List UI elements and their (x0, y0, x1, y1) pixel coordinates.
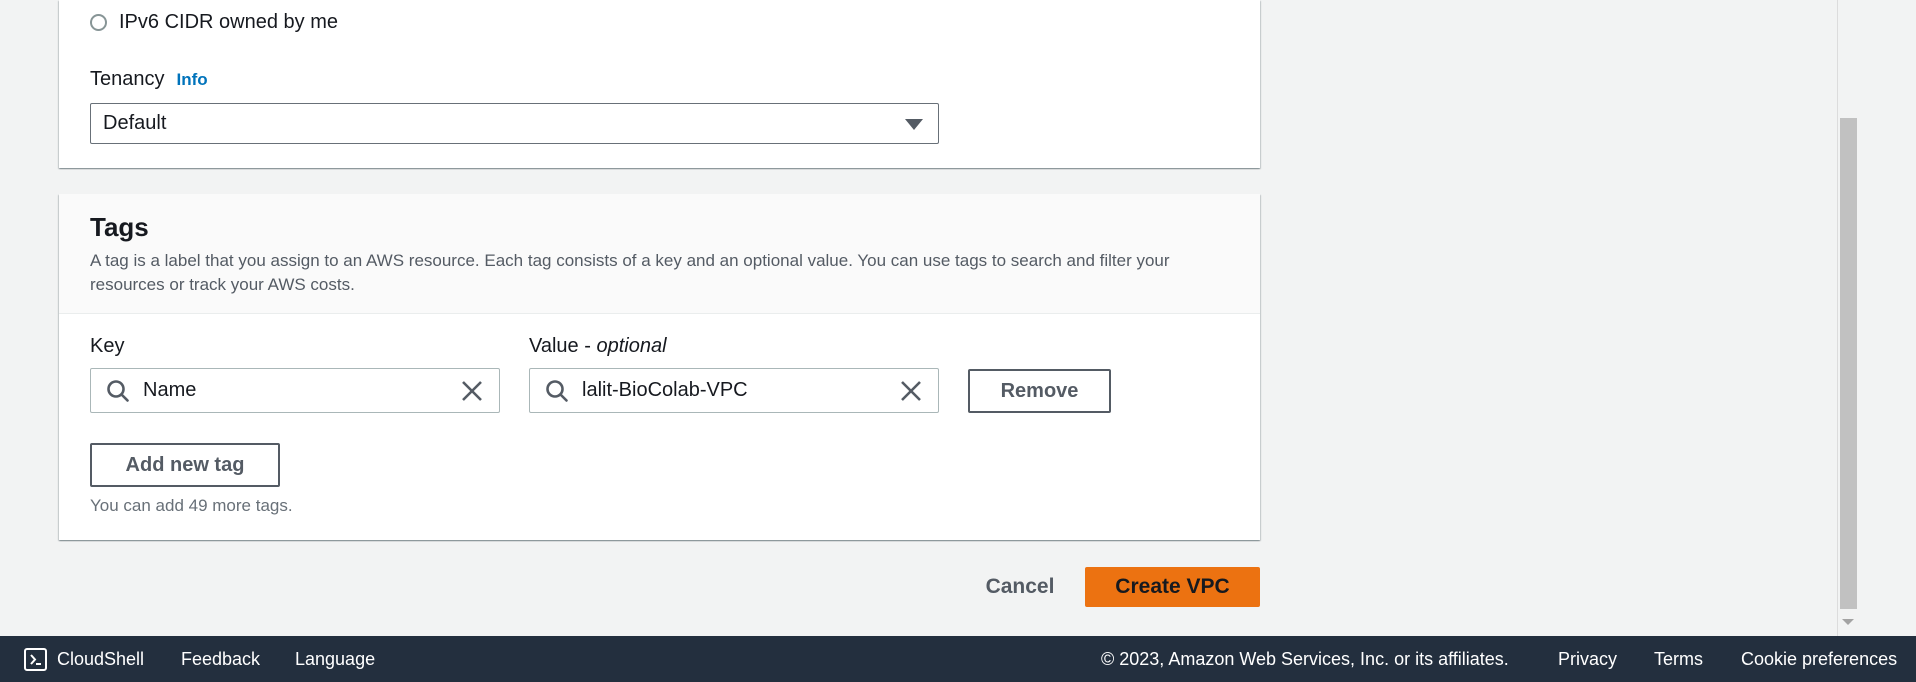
scroll-down-arrow-icon[interactable] (1842, 619, 1854, 625)
feedback-link[interactable]: Feedback (181, 636, 260, 682)
cancel-button[interactable]: Cancel (970, 567, 1070, 607)
tag-value-input[interactable]: lalit-BioColab-VPC (529, 368, 939, 413)
tenancy-selected-value: Default (103, 112, 167, 134)
ipv6-owned-option[interactable]: IPv6 CIDR owned by me (90, 11, 338, 34)
create-vpc-button[interactable]: Create VPC (1085, 567, 1260, 607)
tenancy-select[interactable]: Default (90, 103, 939, 144)
cloudshell-icon (24, 647, 47, 671)
tag-key-value: Name (143, 379, 197, 401)
cloudshell-button[interactable]: CloudShell (24, 636, 144, 682)
cloudshell-label: CloudShell (57, 648, 145, 669)
tenancy-info-link[interactable]: Info (177, 70, 208, 89)
ipv6-owned-label: IPv6 CIDR owned by me (119, 11, 338, 33)
language-link[interactable]: Language (295, 636, 375, 682)
cookie-preferences-link[interactable]: Cookie preferences (1741, 636, 1897, 682)
add-new-tag-button[interactable]: Add new tag (90, 443, 280, 487)
tags-title: Tags (90, 212, 149, 242)
key-label: Key (90, 335, 125, 357)
scrollbar-thumb[interactable] (1840, 118, 1857, 609)
value-label-optional: optional (596, 335, 667, 357)
tags-header: Tags A tag is a label that you assign to… (59, 194, 1260, 314)
tenancy-label-row: Tenancy Info (90, 68, 208, 91)
remove-tag-button[interactable]: Remove (968, 369, 1111, 413)
tenancy-label: Tenancy (90, 68, 165, 90)
value-label: Value - optional (529, 335, 667, 358)
vertical-scrollbar[interactable] (1837, 0, 1857, 636)
radio-button[interactable] (90, 14, 107, 31)
terms-link[interactable]: Terms (1654, 636, 1703, 682)
copyright-text: © 2023, Amazon Web Services, Inc. or its… (1101, 648, 1509, 669)
caret-down-icon (905, 119, 923, 130)
tags-panel: Tags A tag is a label that you assign to… (59, 194, 1260, 540)
vpc-settings-panel: IPv6 CIDR owned by me Tenancy Info Defaul… (59, 0, 1260, 168)
tags-description: A tag is a label that you assign to an A… (90, 251, 1170, 294)
clear-icon[interactable] (459, 378, 485, 404)
tags-remaining-hint: You can add 49 more tags. (90, 496, 293, 515)
tag-key-input[interactable]: Name (90, 368, 500, 413)
search-icon (546, 379, 568, 402)
console-footer: CloudShell Feedback Language © 2023, Ama… (0, 636, 1916, 682)
value-label-text: Value - (529, 335, 597, 357)
search-icon (107, 379, 129, 402)
privacy-link[interactable]: Privacy (1558, 636, 1617, 682)
clear-icon[interactable] (898, 378, 924, 404)
tag-value-value: lalit-BioColab-VPC (582, 379, 748, 401)
